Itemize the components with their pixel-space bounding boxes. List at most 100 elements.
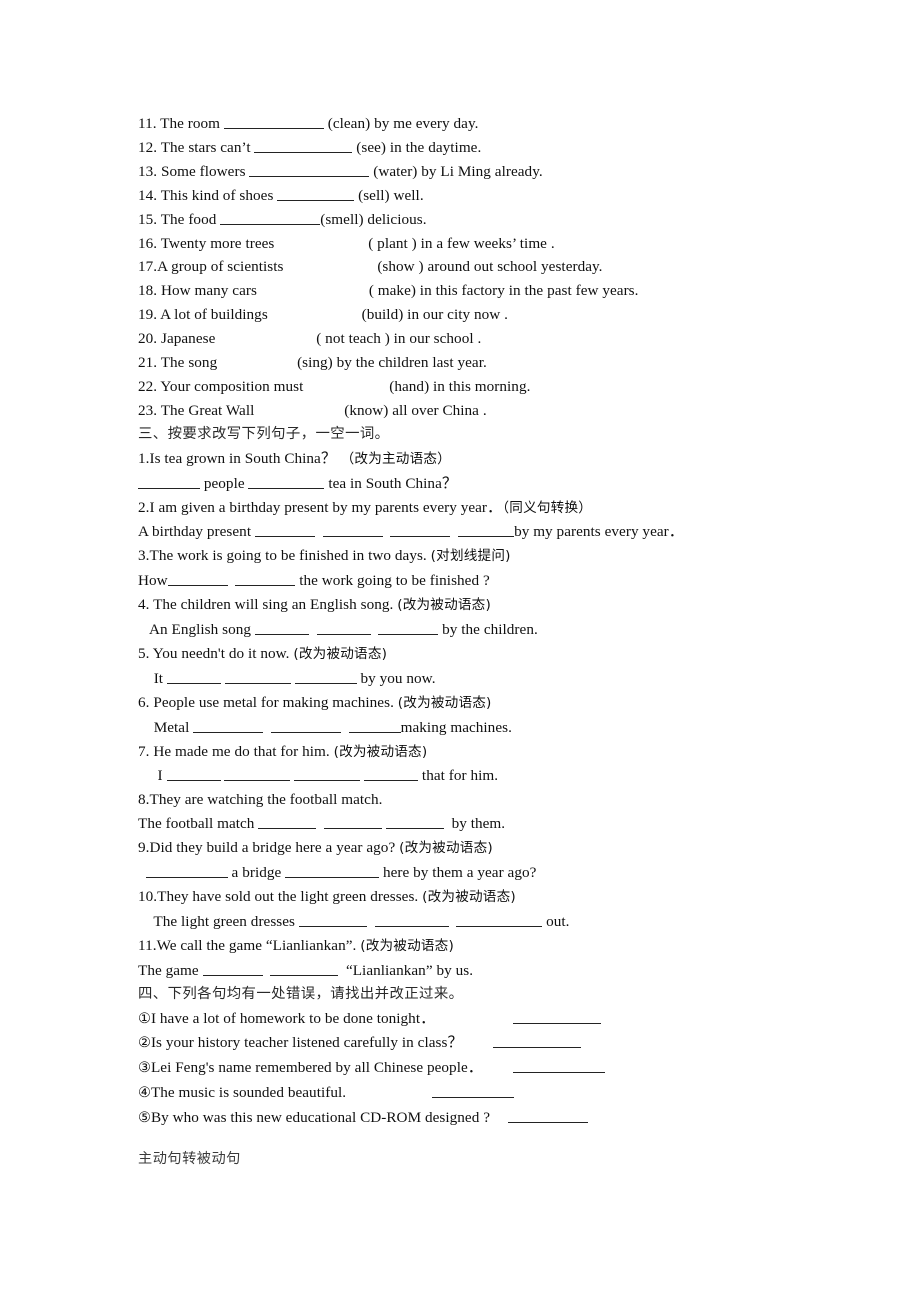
answer-blank[interactable] [385, 814, 444, 830]
answer-blank[interactable] [348, 718, 401, 733]
answer-blank[interactable] [202, 961, 263, 976]
fill-in-blank-item: 13. Some flowers (water) by Li Ming alre… [138, 160, 838, 184]
answer-blank[interactable] [193, 718, 264, 733]
answer-blank[interactable] [138, 474, 200, 489]
item-number: 14. [138, 186, 158, 204]
section-four-heading: 四、下列各句均有一处错误，请找出并改正过来。 [138, 985, 464, 1002]
error-correction-item: ⑤By who was this new educational CD-ROM … [138, 1106, 838, 1131]
answer-blank[interactable] [166, 669, 221, 684]
answer-blank[interactable] [224, 767, 291, 782]
answer-blank[interactable] [254, 138, 353, 153]
answer-blank[interactable] [254, 522, 315, 538]
answer-blank[interactable] [220, 210, 321, 225]
prompt-sentence: Is tea grown in South China？ [149, 449, 337, 467]
answer-blank[interactable] [316, 620, 371, 636]
rewrite-prompt: 10.They have sold out the light green dr… [138, 885, 838, 910]
item-tail: (show ) around out school yesterday. [377, 258, 603, 276]
fill-in-blank-item: 22. Your composition must (hand) in this… [138, 375, 838, 399]
item-stem: Twenty more trees [157, 234, 279, 252]
answer-blank[interactable] [167, 571, 228, 587]
answer-text-run [263, 719, 271, 736]
item-number: 1. [138, 449, 150, 467]
answer-blank[interactable] [224, 669, 291, 684]
answer-blank[interactable] [458, 522, 515, 538]
answer-blank[interactable] [254, 620, 309, 636]
item-tail: (smell) delicious. [320, 210, 427, 228]
rewrite-prompt: 8.They are watching the football match. [138, 788, 838, 812]
answer-blank[interactable] [277, 186, 355, 201]
answer-blank[interactable] [294, 767, 361, 782]
item-number: 20. [138, 330, 158, 348]
item-stem: How many cars [157, 282, 261, 300]
answer-blank[interactable] [145, 863, 228, 879]
error-correction-item: ④The music is sounded beautiful. [138, 1081, 838, 1106]
rewrite-sentence-list: 1.Is tea grown in South China？ （改为主动语态） … [138, 447, 838, 983]
answer-blank[interactable] [298, 912, 367, 927]
item-stem: Your composition must [157, 377, 308, 395]
answer-text-run: here by them a year ago? [379, 864, 537, 882]
item-marker: ③ [138, 1060, 151, 1077]
answer-blank[interactable] [294, 669, 357, 684]
answer-text-run [383, 523, 391, 540]
rewrite-answer-line: people tea in South China？ [138, 472, 838, 496]
answer-blank[interactable] [235, 571, 296, 587]
prompt-instruction-zh: (改为被动语态) [422, 889, 516, 905]
correction-blank[interactable] [513, 1009, 602, 1024]
answer-blank[interactable] [258, 814, 317, 830]
item-tail: (hand) in this morning. [389, 377, 531, 395]
prompt-instruction-zh: (改为被动语态) [397, 597, 491, 614]
prompt-sentence: They are watching the football match. [149, 791, 383, 809]
answer-blank[interactable] [249, 162, 370, 177]
item-tail: (know) all over China . [344, 401, 487, 419]
error-correction-item: ③Lei Feng's name remembered by all Chine… [138, 1056, 838, 1081]
prompt-sentence: I am given a birthday present by my pare… [149, 498, 503, 516]
rewrite-answer-line: A birthday present by my parents every y… [138, 520, 838, 544]
correction-blank[interactable] [513, 1058, 605, 1074]
correction-blank[interactable] [492, 1033, 581, 1049]
answer-blank[interactable] [285, 863, 380, 879]
answer-text-run: by you now. [356, 669, 436, 687]
item-stem: The stars can’t [157, 138, 255, 156]
answer-text-run: A birthday present [138, 523, 255, 541]
answer-text-run: making machines. [400, 718, 512, 736]
answer-blank[interactable] [248, 474, 325, 489]
answer-blank[interactable] [322, 522, 383, 538]
answer-blank[interactable] [324, 814, 383, 830]
answer-text-run: people [200, 474, 249, 492]
fill-in-blank-list: 11. The room (clean) by me every day. 12.… [138, 112, 838, 423]
rewrite-prompt: 11.We call the game “Lianliankan”. (改为被动… [138, 934, 838, 959]
item-tail: ( make) in this factory in the past few … [368, 282, 639, 300]
item-number: 23. [138, 401, 158, 419]
correction-blank[interactable] [508, 1108, 589, 1124]
item-tail: ( plant ) in a few weeks’ time . [368, 234, 555, 252]
answer-text-run [138, 864, 146, 881]
item-tail: ( not teach ) in our school . [316, 330, 482, 348]
answer-text-run: The game [138, 961, 203, 979]
answer-blank[interactable] [223, 114, 324, 129]
answer-text-run [315, 523, 323, 540]
prompt-sentence: Did they build a bridge here a year ago? [149, 839, 400, 857]
item-number: 16. [138, 234, 158, 252]
answer-blank[interactable] [270, 718, 341, 733]
item-stem: Some flowers [157, 162, 250, 180]
answer-blank[interactable] [378, 620, 439, 636]
prompt-sentence: We call the game “Lianliankan”. [156, 936, 361, 954]
item-number: 15. [138, 210, 158, 228]
fill-in-blank-item: 19. A lot of buildings (build) in our ci… [138, 303, 838, 327]
answer-text-run: I [146, 767, 167, 785]
answer-text-run [316, 815, 324, 832]
rewrite-answer-line: The game “Lianliankan” by us. [138, 959, 838, 983]
answer-text-run: The light green dresses [146, 912, 299, 930]
answer-blank[interactable] [270, 961, 339, 976]
answer-blank[interactable] [456, 912, 543, 927]
answer-blank[interactable] [374, 912, 449, 927]
correction-blank[interactable] [432, 1083, 515, 1099]
prompt-instruction-zh: （改为主动语态） [336, 450, 451, 467]
answer-text-run: a bridge [227, 864, 286, 882]
answer-blank[interactable] [364, 767, 419, 782]
prompt-instruction-zh: (改为被动语态) [399, 840, 493, 857]
answer-blank[interactable] [166, 767, 221, 782]
answer-blank[interactable] [390, 522, 451, 538]
item-number: 17. [138, 258, 158, 276]
item-stem: A group of scientists [157, 258, 288, 276]
